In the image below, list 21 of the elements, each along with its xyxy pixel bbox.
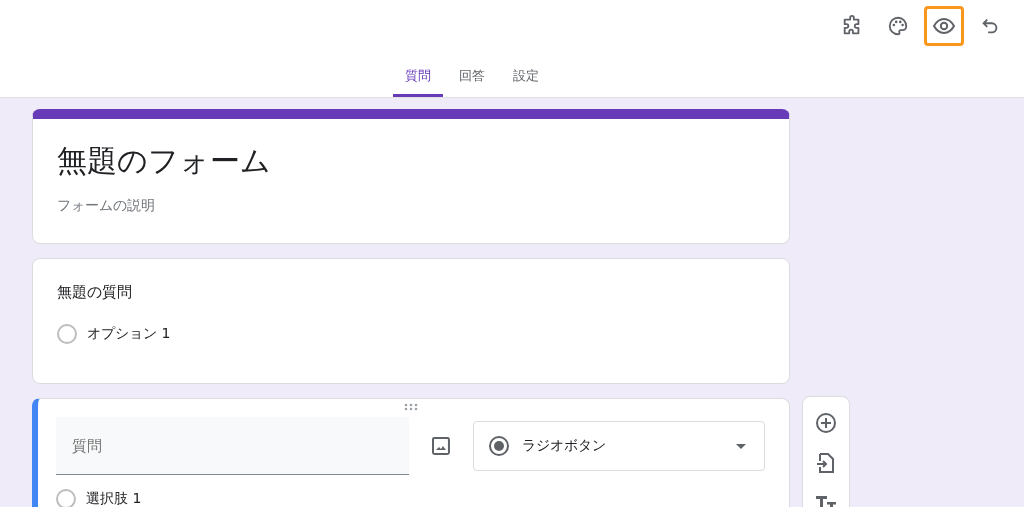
option-label: オプション 1 [87,325,171,343]
tab[interactable]: 質問 [393,59,443,97]
radio-icon [487,435,510,457]
preview-button[interactable] [924,6,964,46]
import-icon [815,452,837,474]
question-card[interactable]: 無題の質問 オプション 1 [32,258,790,384]
question-type-dropdown[interactable]: ラジオボタン [472,421,765,471]
caret-icon [736,443,746,449]
form-description[interactable]: フォームの説明 [57,197,765,215]
tab[interactable]: 回答 [447,59,497,97]
image-icon[interactable] [430,436,451,456]
radio-button[interactable] [56,489,76,507]
option-label[interactable]: 選択肢 1 [86,490,142,507]
tab[interactable]: 設定 [501,59,551,97]
palette-icon [887,15,909,37]
form-title[interactable]: 無題のフォーム [57,141,765,181]
drag-handle-icon[interactable] [403,403,418,411]
add-circle-icon [815,412,837,434]
question-title: 無題の質問 [57,283,133,302]
radio-button[interactable] [57,324,77,344]
question-field[interactable]: 質問 [56,417,409,475]
